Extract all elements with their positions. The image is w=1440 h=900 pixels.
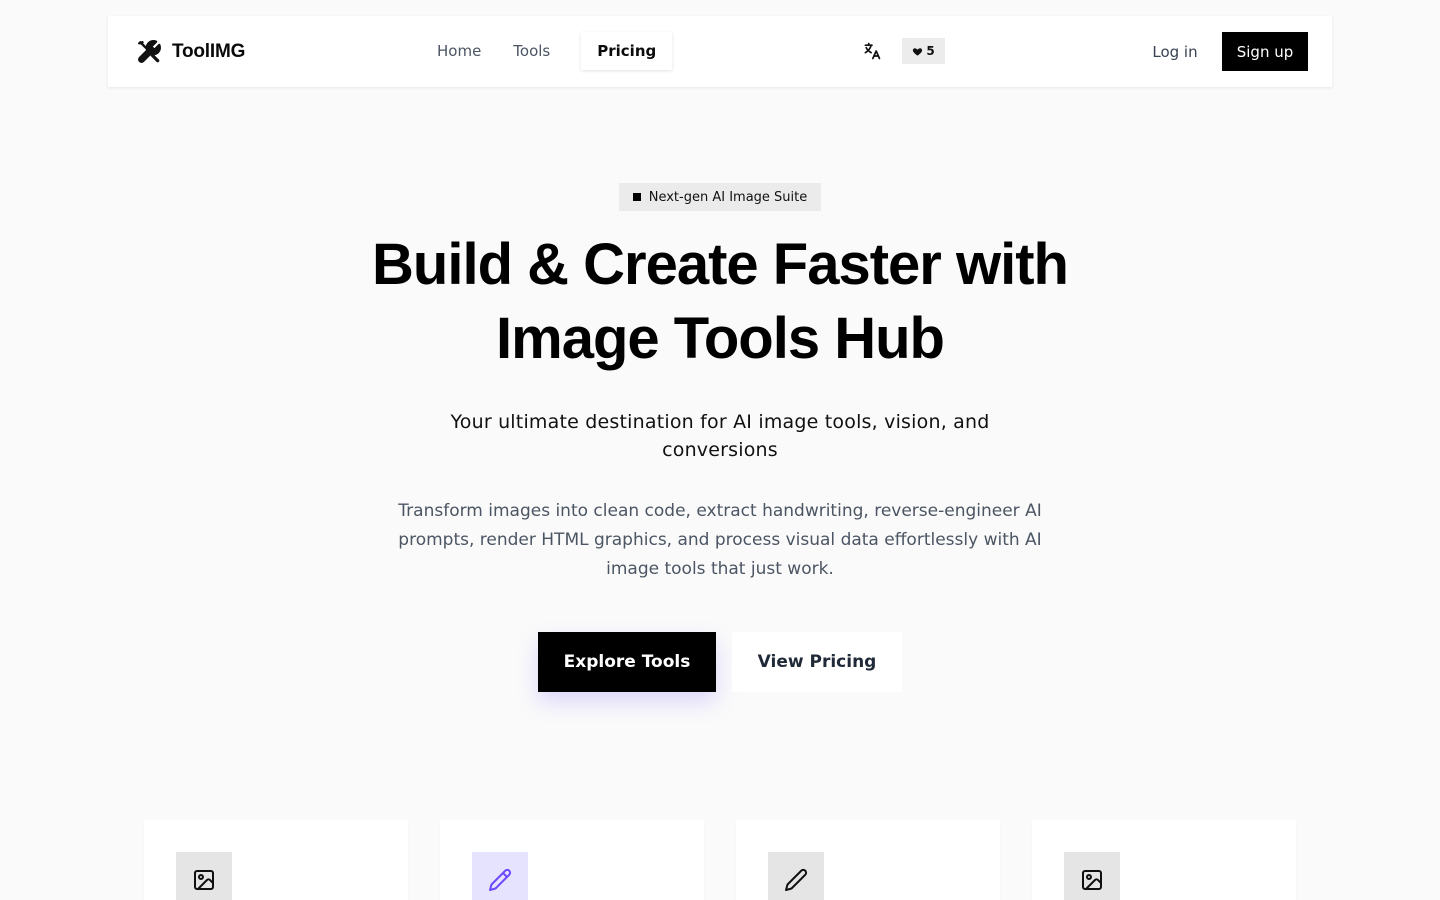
image-icon	[1082, 870, 1102, 890]
card-icon-box	[176, 852, 232, 900]
hero-description: Transform images into clean code, extrac…	[398, 501, 1042, 579]
hero-title: Build & Create Faster with Image Tools H…	[320, 228, 1120, 376]
pencil-icon	[489, 868, 512, 891]
tool-card[interactable]	[440, 820, 704, 900]
brand-logo[interactable]: ToolIMG	[136, 16, 245, 87]
brand-name: ToolIMG	[172, 40, 246, 62]
view-pricing-button[interactable]: View Pricing	[732, 632, 902, 692]
hero-badge: Next-gen AI Image Suite	[619, 183, 821, 211]
card-icon-box	[472, 852, 528, 900]
heart-icon	[913, 47, 923, 56]
hero-title-line1: Build & Create Faster with	[372, 232, 1069, 297]
credits-count: 5	[926, 44, 935, 58]
tools-icon	[138, 39, 161, 63]
pencil-icon	[785, 868, 808, 891]
login-button[interactable]: Log in	[1138, 32, 1212, 71]
signup-button[interactable]: Sign up	[1222, 32, 1308, 71]
card-icon-box	[1064, 852, 1120, 900]
tool-card[interactable]	[1032, 820, 1296, 900]
main-nav: Home Tools Pricing	[421, 32, 673, 70]
card-icon-box	[768, 852, 824, 900]
hero-title-line2: Image Tools Hub	[496, 306, 945, 371]
nav-link-tools[interactable]: Tools	[497, 32, 566, 70]
tool-card[interactable]	[736, 820, 1000, 900]
hero-badge-label: Next-gen AI Image Suite	[648, 189, 808, 205]
square-icon	[632, 193, 641, 201]
explore-tools-button[interactable]: Explore Tools	[538, 632, 716, 692]
hero-subtitle: Your ultimate destination for AI image t…	[450, 411, 990, 461]
nav-link-pricing[interactable]: Pricing	[581, 32, 673, 70]
nav-link-home[interactable]: Home	[421, 32, 497, 70]
tool-card[interactable]	[144, 820, 408, 900]
credits-badge[interactable]: 5	[902, 38, 945, 64]
image-icon	[194, 870, 214, 890]
top-navbar: ToolIMG Home Tools Pricing 5 Log in Sign…	[108, 16, 1332, 87]
translate-icon	[864, 42, 881, 60]
language-switcher[interactable]	[860, 38, 884, 64]
